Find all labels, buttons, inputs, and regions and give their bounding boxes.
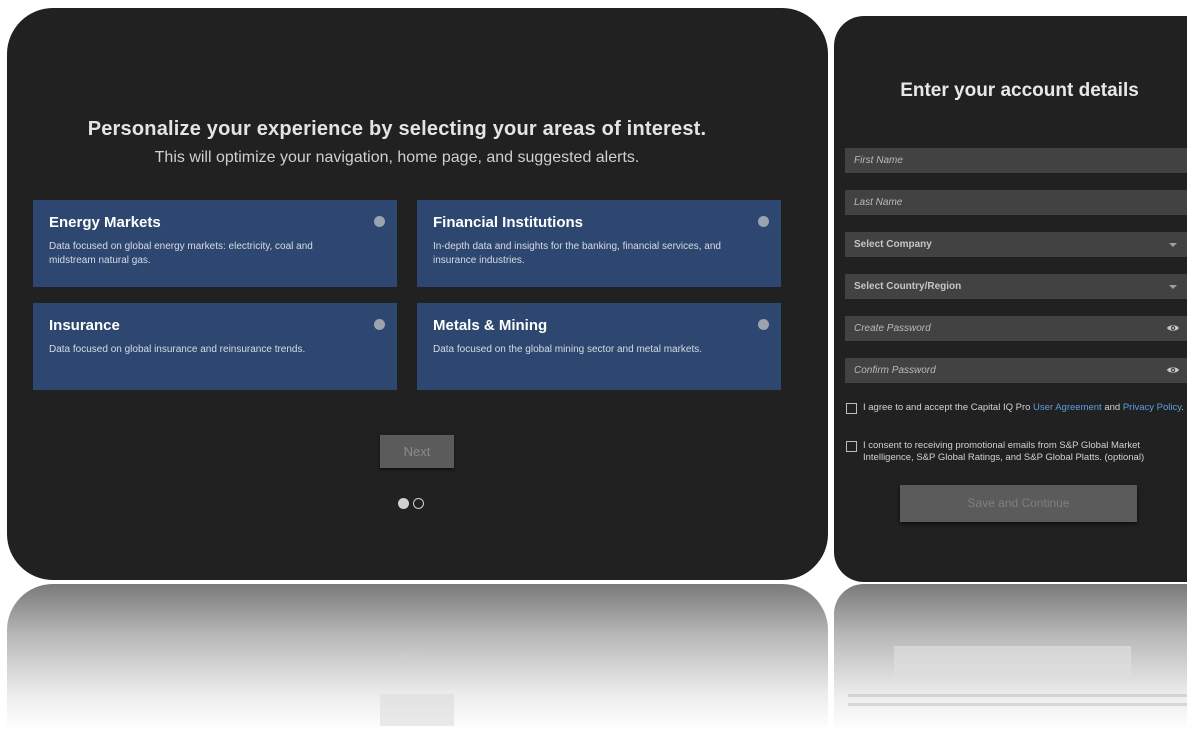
card-description: Data focused on the global mining sector…: [433, 344, 703, 355]
confirm-password-field[interactable]: Confirm Password: [845, 358, 1187, 383]
company-select[interactable]: Select Company: [845, 232, 1187, 257]
reflection-dots: [398, 652, 424, 663]
consent-row: I consent to receiving promotional email…: [846, 440, 1186, 464]
last-name-placeholder: Last Name: [854, 197, 903, 208]
privacy-policy-link[interactable]: Privacy Policy: [1123, 402, 1181, 413]
eye-icon[interactable]: [1166, 323, 1180, 333]
reflection-line: [848, 694, 1187, 697]
reflection-line: [848, 703, 1187, 706]
card-title: Metals & Mining: [433, 317, 548, 334]
radio-icon[interactable]: [758, 216, 769, 227]
agreement-checkbox[interactable]: [846, 403, 857, 414]
create-password-field[interactable]: Create Password: [845, 316, 1187, 341]
reflection-dot: [413, 652, 424, 663]
consent-checkbox[interactable]: [846, 441, 857, 452]
agreement-middle: and: [1101, 402, 1123, 413]
radio-icon[interactable]: [758, 319, 769, 330]
card-description: Data focused on global energy markets: e…: [49, 241, 313, 266]
page-dot-inactive[interactable]: [413, 498, 424, 509]
card-title: Energy Markets: [49, 214, 161, 231]
reflection-next-button: [380, 694, 454, 726]
consent-text: I consent to receiving promotional email…: [863, 440, 1145, 463]
card-title: Insurance: [49, 317, 120, 334]
first-name-placeholder: First Name: [854, 155, 903, 166]
next-button[interactable]: Next: [380, 435, 454, 468]
left-panel-reflection: [7, 584, 828, 731]
agreement-text: I agree to and accept the Capital IQ Pro…: [863, 402, 1184, 414]
company-select-label: Select Company: [854, 239, 932, 250]
user-agreement-link[interactable]: User Agreement: [1033, 402, 1102, 413]
interest-card-metals-mining[interactable]: Metals & Mining Data focused on the glob…: [417, 303, 781, 390]
radio-icon[interactable]: [374, 216, 385, 227]
card-title: Financial Institutions: [433, 214, 584, 231]
eye-icon[interactable]: [1166, 365, 1180, 375]
card-description: In-depth data and insights for the banki…: [433, 241, 721, 266]
agreement-suffix: .: [1181, 402, 1184, 413]
confirm-password-placeholder: Confirm Password: [854, 365, 936, 376]
create-password-placeholder: Create Password: [854, 323, 931, 334]
interest-card-insurance[interactable]: Insurance Data focused on global insuran…: [33, 303, 397, 390]
page-dot-active[interactable]: [398, 498, 409, 509]
radio-icon[interactable]: [374, 319, 385, 330]
last-name-field[interactable]: Last Name: [845, 190, 1187, 215]
reflection-save-button: [894, 646, 1131, 682]
first-name-field[interactable]: First Name: [845, 148, 1187, 173]
interest-card-financial-institutions[interactable]: Financial Institutions In-depth data and…: [417, 200, 781, 287]
chevron-down-icon: [1169, 243, 1177, 247]
reflection-text-lines: [848, 694, 1187, 714]
interests-subheadline: This will optimize your navigation, home…: [154, 149, 640, 166]
card-description: Data focused on global insurance and rei…: [49, 344, 306, 355]
interests-panel: Personalize your experience by selecting…: [7, 8, 828, 580]
pagination-dots: [398, 498, 424, 509]
form-title: Enter your account details: [900, 80, 1139, 101]
right-panel-reflection: [834, 584, 1187, 731]
account-details-panel: Enter your account details First Name La…: [834, 16, 1187, 582]
save-and-continue-button[interactable]: Save and Continue: [900, 485, 1137, 522]
chevron-down-icon: [1169, 285, 1177, 289]
interest-card-energy-markets[interactable]: Energy Markets Data focused on global en…: [33, 200, 397, 287]
interests-headline: Personalize your experience by selecting…: [87, 118, 707, 140]
reflection-dot: [398, 652, 409, 663]
country-select[interactable]: Select Country/Region: [845, 274, 1187, 299]
country-select-label: Select Country/Region: [854, 281, 962, 292]
agreement-prefix: I agree to and accept the Capital IQ Pro: [863, 402, 1034, 413]
agreement-row: I agree to and accept the Capital IQ Pro…: [846, 402, 1186, 414]
